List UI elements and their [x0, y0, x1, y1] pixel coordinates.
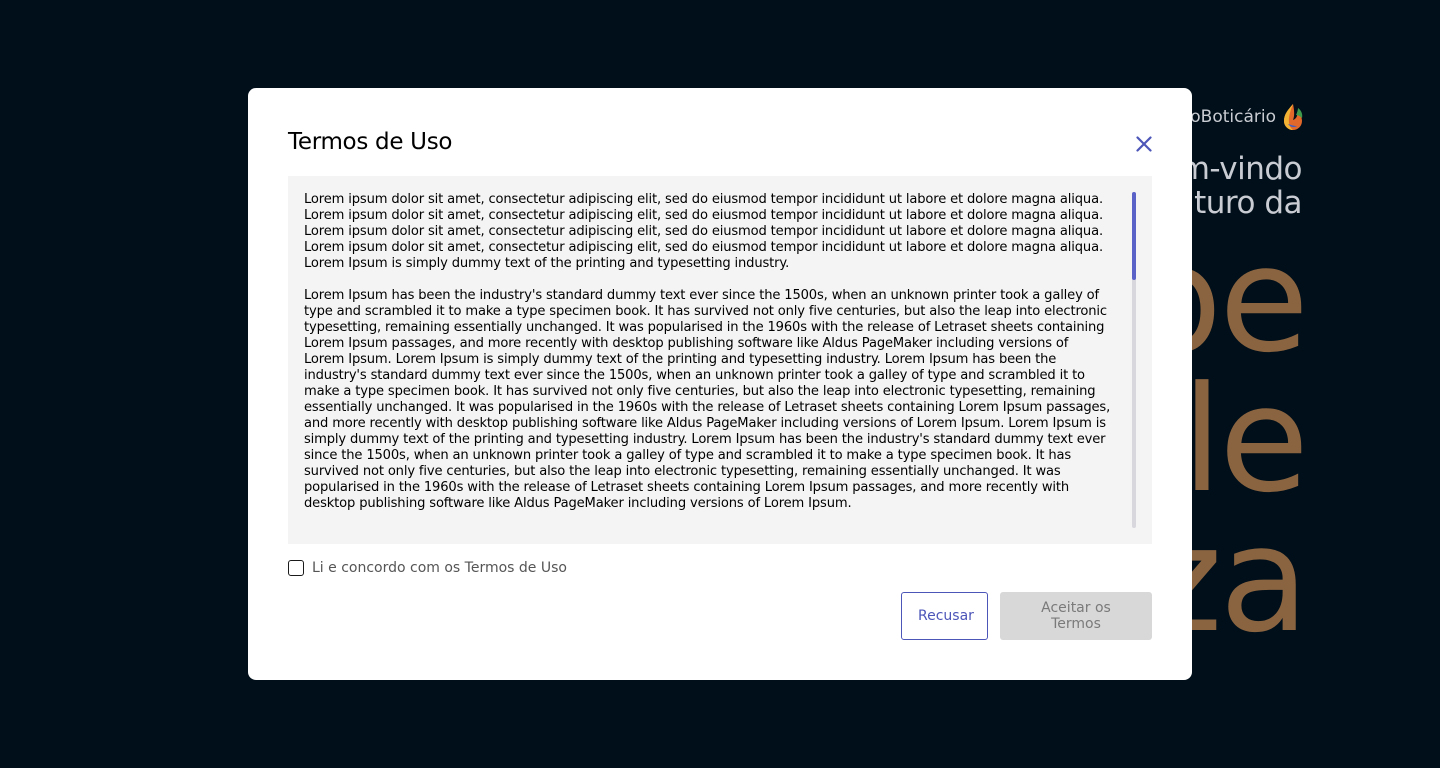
agree-terms-label[interactable]: Li e concordo com os Termos de Uso — [312, 560, 567, 576]
terms-paragraph: Lorem Ipsum has been the industry's stan… — [304, 288, 1111, 511]
terms-content-box[interactable]: Lorem ipsum dolor sit amet, consectetur … — [288, 176, 1152, 544]
modal-overlay: Termos de Uso Lorem ipsum dolor sit amet… — [0, 0, 1440, 768]
close-button[interactable] — [1134, 134, 1154, 154]
terms-paragraph: Lorem ipsum dolor sit amet, consectetur … — [304, 192, 1103, 271]
close-icon — [1136, 136, 1152, 152]
terms-text: Lorem ipsum dolor sit amet, consectetur … — [304, 192, 1112, 528]
scrollbar-track[interactable] — [1132, 192, 1136, 528]
agree-terms-row[interactable]: Li e concordo com os Termos de Uso — [288, 558, 567, 578]
terms-modal: Termos de Uso Lorem ipsum dolor sit amet… — [248, 88, 1192, 680]
accept-terms-button[interactable]: Aceitar os Termos — [1000, 592, 1152, 640]
refuse-button[interactable]: Recusar — [901, 592, 988, 640]
scrollbar-thumb[interactable] — [1132, 192, 1136, 280]
agree-terms-checkbox[interactable] — [288, 560, 304, 576]
modal-title: Termos de Uso — [288, 129, 453, 155]
